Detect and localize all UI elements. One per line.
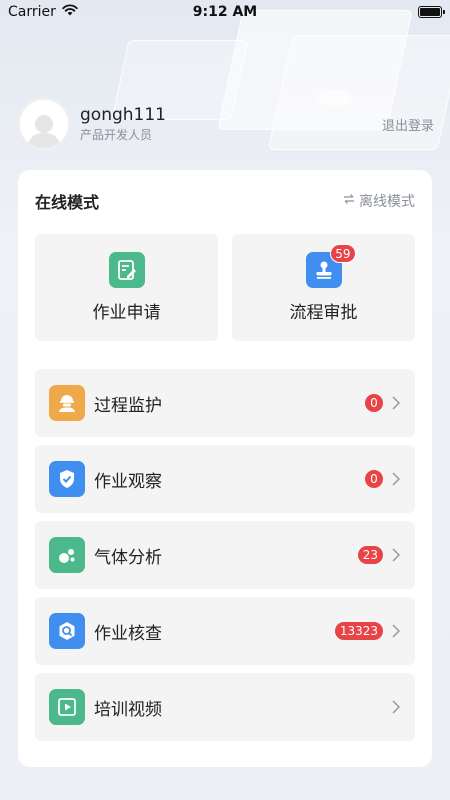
list-item-label: 气体分析 bbox=[94, 547, 162, 568]
status-bar: Carrier 9:12 AM bbox=[0, 0, 450, 24]
shield-check-icon bbox=[49, 461, 85, 497]
user-role: 产品开发人员 bbox=[80, 128, 153, 142]
list-item-training-video[interactable]: 培训视频 bbox=[35, 673, 415, 741]
carrier-label: Carrier bbox=[8, 4, 56, 20]
count-badge: 23 bbox=[357, 546, 383, 564]
video-play-icon bbox=[49, 689, 85, 725]
chevron-right-icon bbox=[391, 548, 401, 562]
count-badge: 0 bbox=[365, 394, 383, 412]
gas-bubbles-icon bbox=[49, 537, 85, 573]
list-item-work-inspection[interactable]: 作业核查 13323 bbox=[35, 597, 415, 665]
approval-count-badge: 59 bbox=[330, 244, 356, 263]
chevron-right-icon bbox=[391, 624, 401, 638]
tile-label: 作业申请 bbox=[92, 303, 161, 323]
main-card: 在线模式 离线模式 作业申请 59 流程审批 过程监护 0 作业观察 0 气体分… bbox=[18, 170, 432, 767]
count-badge: 0 bbox=[365, 470, 383, 488]
list-item-label: 培训视频 bbox=[94, 699, 162, 720]
person-placeholder-icon bbox=[27, 115, 61, 148]
worker-helmet-icon bbox=[49, 385, 85, 421]
chevron-right-icon bbox=[391, 396, 401, 410]
user-header: gongh111 产品开发人员 退出登录 bbox=[18, 96, 434, 152]
battery-icon bbox=[418, 6, 445, 18]
avatar[interactable] bbox=[18, 98, 70, 150]
count-badge: 13323 bbox=[334, 622, 383, 640]
chevron-right-icon bbox=[391, 472, 401, 486]
quick-actions-grid: 作业申请 59 流程审批 bbox=[35, 234, 415, 341]
list-item-label: 作业核查 bbox=[94, 623, 162, 644]
module-list: 过程监护 0 作业观察 0 气体分析 23 作业核查 13323 培训视频 bbox=[35, 369, 415, 741]
list-item-label: 作业观察 bbox=[94, 471, 162, 492]
user-info: gongh111 产品开发人员 bbox=[80, 104, 382, 144]
tile-work-application[interactable]: 作业申请 bbox=[35, 234, 218, 341]
tile-process-approval[interactable]: 59 流程审批 bbox=[232, 234, 415, 341]
list-item-process-monitoring[interactable]: 过程监护 0 bbox=[35, 369, 415, 437]
switch-arrows-icon bbox=[343, 193, 355, 209]
logout-button[interactable]: 退出登录 bbox=[382, 115, 434, 134]
list-item-work-observation[interactable]: 作业观察 0 bbox=[35, 445, 415, 513]
card-header: 在线模式 离线模式 bbox=[35, 170, 415, 232]
offline-mode-label: 离线模式 bbox=[359, 194, 415, 210]
edit-doc-icon bbox=[108, 252, 145, 288]
offline-mode-button[interactable]: 离线模式 bbox=[343, 191, 415, 211]
user-name: gongh111 bbox=[80, 105, 166, 125]
mode-title: 在线模式 bbox=[35, 193, 100, 212]
inspect-search-icon bbox=[49, 613, 85, 649]
stamp-icon: 59 bbox=[305, 244, 356, 288]
chevron-right-icon bbox=[391, 700, 401, 714]
list-item-gas-analysis[interactable]: 气体分析 23 bbox=[35, 521, 415, 589]
list-item-label: 过程监护 bbox=[94, 395, 162, 416]
tile-label: 流程审批 bbox=[289, 303, 358, 323]
wifi-icon bbox=[62, 4, 78, 20]
